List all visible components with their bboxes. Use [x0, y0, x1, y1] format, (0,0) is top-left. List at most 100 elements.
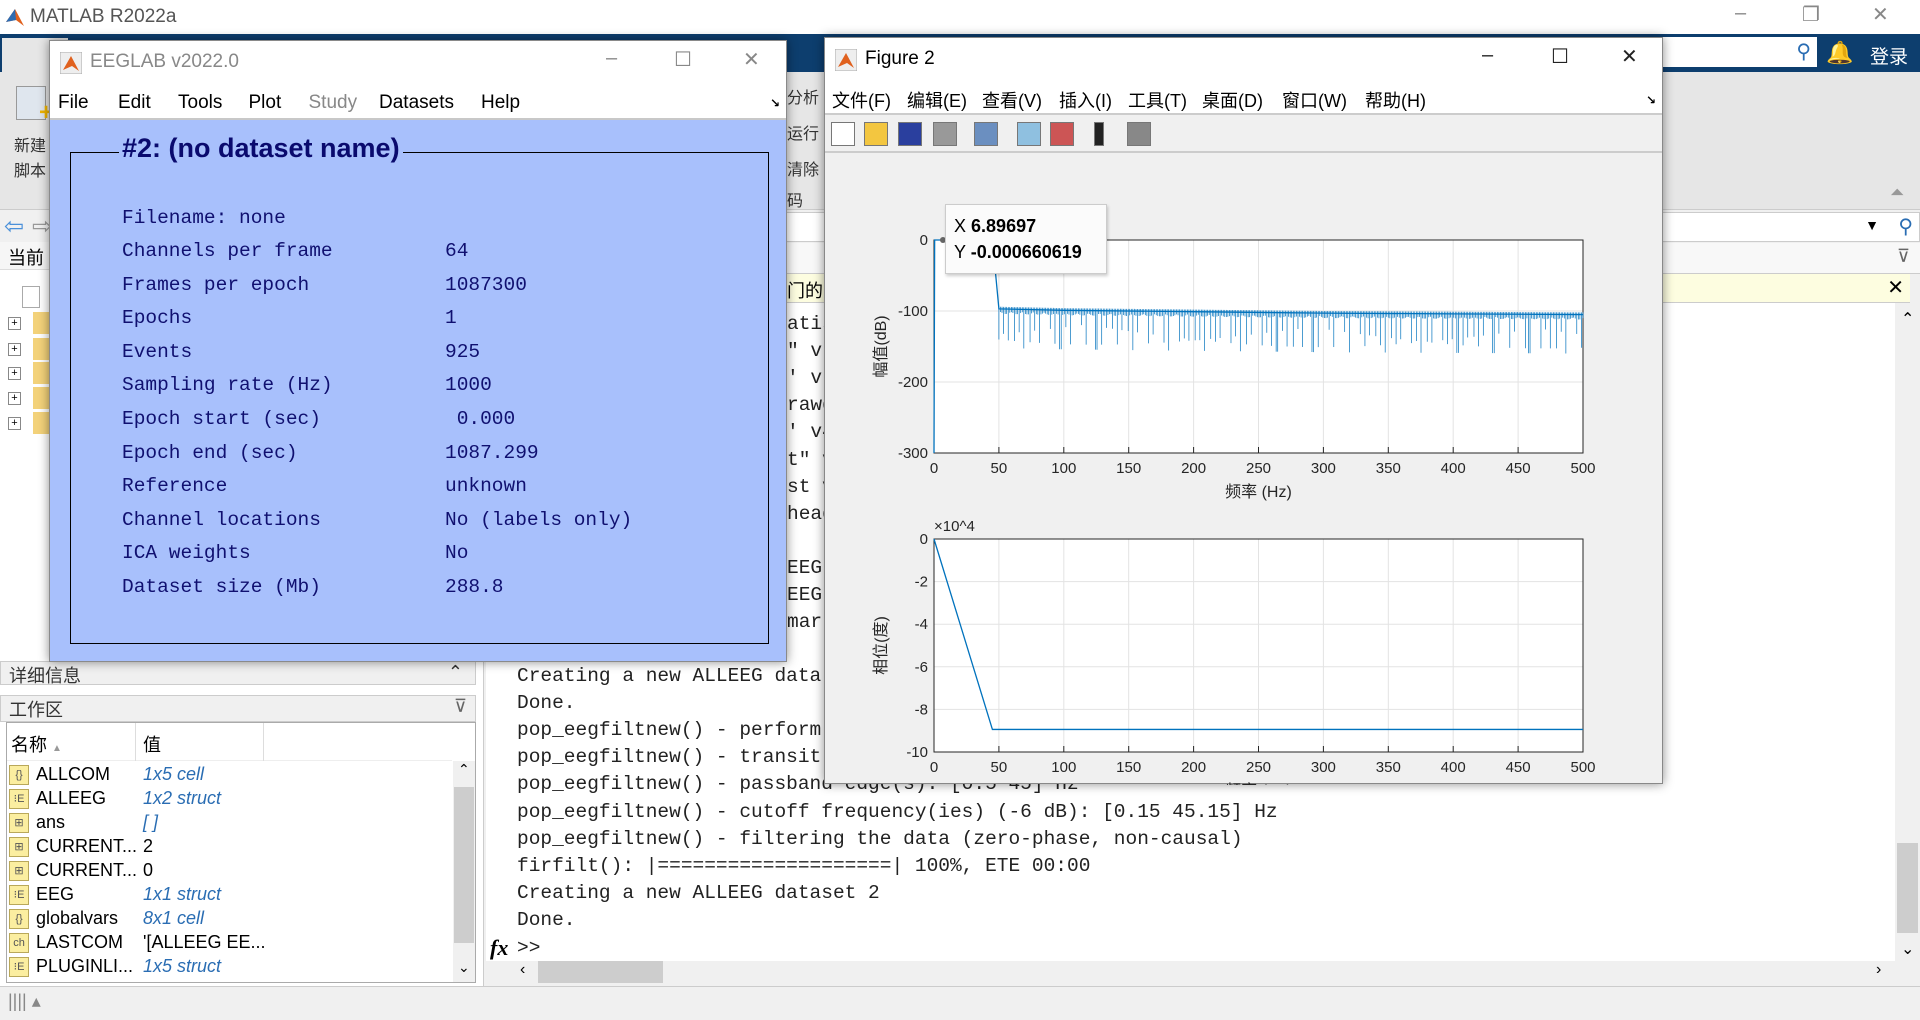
menu-file[interactable]: File [58, 92, 89, 114]
details-header[interactable]: 详细信息 ⌃ [0, 661, 476, 686]
figure-menu-item[interactable]: 文件(F) [832, 87, 891, 113]
matrix-icon: ⊞ [9, 837, 29, 857]
scroll-thumb[interactable] [1897, 843, 1918, 933]
workspace-variable-row[interactable]: ch LASTCOM '[ALLEEG EE... [7, 931, 452, 955]
link-icon[interactable] [974, 122, 998, 146]
column-divider[interactable] [135, 723, 136, 761]
column-name[interactable]: 名称 ▲ [11, 731, 62, 757]
workspace-variable-row[interactable]: ⁝E PLUGINLI... 1x5 struct [7, 955, 452, 979]
colorbar-icon[interactable] [1017, 122, 1041, 146]
save-icon[interactable] [898, 122, 922, 146]
workspace-variable-row[interactable]: ⊞ CURRENT... 0 [7, 859, 452, 883]
dropdown-icon[interactable]: ▼ [1865, 217, 1879, 233]
figure-menu-item[interactable]: 查看(V) [982, 87, 1042, 113]
new-script-label-2[interactable]: 脚本 [14, 157, 46, 181]
close-button[interactable]: ✕ [1872, 2, 1889, 27]
console-vertical-scrollbar[interactable]: ⌃ ⌄ [1895, 303, 1920, 961]
workspace-variable-row[interactable]: ⊞ ans [ ] [7, 811, 452, 835]
figure-menu-item[interactable]: 插入(I) [1059, 87, 1112, 113]
folder-icon[interactable] [33, 412, 49, 434]
workspace-variable-row[interactable]: ⊞ CURRENT... 2 [7, 835, 452, 859]
column-divider[interactable] [263, 723, 264, 761]
close-button[interactable]: ✕ [743, 47, 760, 72]
chevron-up-icon[interactable]: ⌃ [448, 662, 463, 683]
minimize-button[interactable]: – [606, 47, 617, 70]
x-axis-label: 频率 (Hz) [1225, 483, 1292, 501]
new-script-icon[interactable]: + [16, 86, 53, 126]
expand-icon[interactable]: + [8, 417, 21, 430]
dock-arrow-icon[interactable]: ↘ [1646, 93, 1656, 107]
figure-menu-item[interactable]: 编辑(E) [907, 87, 967, 113]
folder-icon[interactable] [33, 312, 49, 334]
workspace-variable-row[interactable]: {} ALLCOM 1x5 cell [7, 763, 452, 787]
back-arrow-icon[interactable]: ⇦ [4, 212, 24, 241]
scroll-right-icon[interactable]: › [1876, 961, 1881, 979]
pointer-icon[interactable] [1094, 122, 1104, 146]
toolstrip-run[interactable]: 运行 [787, 120, 819, 144]
expand-icon[interactable]: + [8, 367, 21, 380]
menu-plot[interactable]: Plot [249, 92, 282, 114]
restore-button[interactable]: ❐ [1802, 2, 1820, 27]
collapse-toolstrip-icon[interactable]: ⏶ [1890, 182, 1904, 203]
search-folder-icon[interactable]: ⚲ [1898, 214, 1913, 239]
folder-icon[interactable] [33, 387, 49, 409]
menu-edit[interactable]: Edit [118, 92, 151, 114]
toolstrip-analyze[interactable]: 分析 [787, 84, 819, 108]
filename-label: Filename: none [122, 207, 286, 229]
new-script-label-1[interactable]: 新建 [14, 132, 46, 156]
close-button[interactable]: ✕ [1621, 44, 1638, 69]
search-icon[interactable]: ⚲ [1796, 39, 1811, 64]
search-documentation-input[interactable]: ⚲ [1663, 37, 1817, 67]
expand-icon[interactable]: + [8, 392, 21, 405]
scroll-thumb[interactable] [454, 787, 474, 943]
scroll-down-icon[interactable]: ⌄ [1901, 939, 1914, 959]
legend-icon[interactable] [1050, 122, 1074, 146]
workspace-variable-row[interactable]: {} globalvars 8x1 cell [7, 907, 452, 931]
new-figure-icon[interactable] [831, 122, 855, 146]
menu-tools[interactable]: Tools [178, 92, 222, 114]
scroll-thumb[interactable] [538, 961, 663, 983]
close-info-bar-icon[interactable]: ✕ [1887, 275, 1904, 300]
expand-icon[interactable]: + [8, 317, 21, 330]
scroll-down-icon[interactable]: ⌄ [458, 959, 470, 976]
menu-datasets[interactable]: Datasets [379, 92, 454, 114]
property-editor-icon[interactable] [1127, 122, 1151, 146]
notification-bell-icon[interactable]: 🔔 [1826, 40, 1853, 66]
dock-arrow-icon[interactable]: ↘ [770, 96, 780, 110]
command-prompt[interactable]: >> [517, 937, 540, 959]
console-horizontal-scrollbar[interactable]: ‹ › [486, 961, 1895, 983]
toolstrip-clear[interactable]: 清除 [787, 156, 819, 180]
status-grip-icon[interactable]: |||| ▴ [8, 991, 41, 1012]
scroll-left-icon[interactable]: ‹ [520, 961, 525, 979]
minimize-button[interactable]: – [1735, 2, 1746, 25]
tick-label: 150 [1116, 460, 1141, 477]
workspace-variable-row[interactable]: ⁝E EEG 1x1 struct [7, 883, 452, 907]
figure-menu-item[interactable]: 工具(T) [1128, 87, 1187, 113]
menu-study[interactable]: Study [309, 92, 358, 114]
scroll-up-icon[interactable]: ⌃ [1901, 309, 1914, 329]
expand-icon[interactable]: + [8, 343, 21, 356]
workspace-variable-row[interactable]: ⁝E ALLEEG 1x2 struct [7, 787, 452, 811]
workspace-scrollbar[interactable]: ⌃ ⌄ [453, 761, 475, 982]
function-browser-icon[interactable]: fx [490, 935, 508, 961]
maximize-button[interactable]: ☐ [674, 47, 692, 72]
print-icon[interactable] [933, 122, 957, 146]
panel-options-icon[interactable]: ⊽ [1897, 246, 1910, 267]
maximize-button[interactable]: ☐ [1551, 44, 1569, 69]
toolstrip-code[interactable]: 码 [787, 187, 803, 211]
column-value[interactable]: 值 [143, 731, 161, 757]
open-icon[interactable] [864, 122, 888, 146]
datatip[interactable]: X 6.89697 Y -0.000660619 [945, 204, 1107, 274]
folder-icon[interactable] [33, 338, 49, 360]
figure-menu-item[interactable]: 桌面(D) [1202, 87, 1263, 113]
menu-help[interactable]: Help [481, 92, 520, 114]
info-bar-link[interactable]: 门的 [787, 277, 823, 303]
scroll-up-icon[interactable]: ⌃ [458, 761, 470, 778]
login-button[interactable]: 登录 [1870, 42, 1908, 69]
workspace-options-icon[interactable]: ⊽ [454, 696, 467, 717]
folder-icon[interactable] [33, 362, 49, 384]
file-icon[interactable] [22, 286, 40, 308]
figure-menu-item[interactable]: 窗口(W) [1282, 87, 1347, 113]
figure-menu-item[interactable]: 帮助(H) [1365, 87, 1426, 113]
minimize-button[interactable]: – [1482, 44, 1493, 67]
